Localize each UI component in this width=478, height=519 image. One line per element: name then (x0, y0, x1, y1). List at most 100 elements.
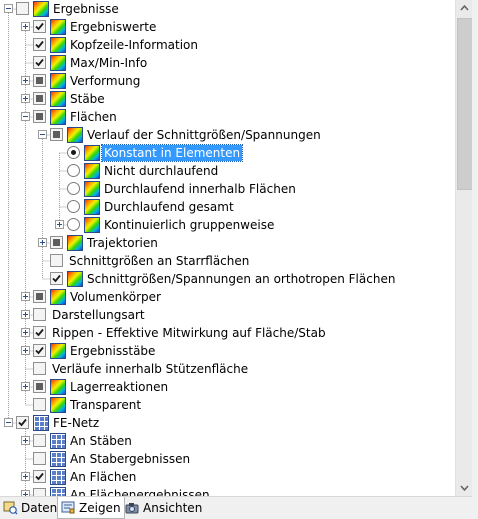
expand-plus-icon[interactable] (21, 292, 30, 301)
tree-item-label[interactable]: Trajektorien (85, 235, 160, 251)
checkbox[interactable] (33, 326, 46, 339)
checkbox[interactable] (16, 416, 29, 429)
tab-daten[interactable]: Daten (0, 497, 60, 519)
checkbox[interactable] (33, 488, 46, 496)
checkbox[interactable] (33, 470, 46, 483)
checkbox[interactable] (33, 434, 46, 447)
checkbox[interactable] (33, 380, 46, 393)
radio-button[interactable] (67, 182, 80, 195)
radio-button[interactable] (67, 164, 80, 177)
tree-item-label[interactable]: An Flächenergebnissen (68, 487, 212, 496)
radio-button[interactable] (67, 200, 80, 213)
tree-item-lagerreaktionen[interactable]: Lagerreaktionen (0, 378, 455, 396)
expand-plus-icon[interactable] (55, 220, 64, 229)
tree-item-an-flaechenergebnissen[interactable]: An Flächenergebnissen (0, 486, 455, 496)
scroll-up-arrow-icon[interactable] (456, 0, 473, 17)
expand-plus-icon[interactable] (21, 436, 30, 445)
tree-item-label[interactable]: Ergebnisse (51, 1, 121, 17)
tree-item-label[interactable]: Ergebniswerte (68, 19, 158, 35)
tree-item-label[interactable]: An Stabergebnissen (68, 451, 192, 467)
tree-item-label[interactable]: Schnittgrößen/Spannungen an orthotropen … (85, 271, 397, 287)
tree-item-an-stabergebnissen[interactable]: An Stabergebnissen (0, 450, 455, 468)
tree-item-label[interactable]: Verläufe innerhalb Stützenfläche (50, 361, 250, 377)
tree-item-label[interactable]: Kopfzeile-Information (68, 37, 200, 53)
tree-item-maxmin[interactable]: Max/Min-Info (0, 54, 455, 72)
tree-item-verlauf[interactable]: Verlauf der Schnittgrößen/Spannungen (0, 126, 455, 144)
expand-plus-icon[interactable] (21, 328, 30, 337)
tree-item-label[interactable]: Ergebnisstäbe (68, 343, 157, 359)
tree-item-kontinuierlich[interactable]: Kontinuierlich gruppenweise (0, 216, 455, 234)
collapse-minus-icon[interactable] (38, 130, 47, 139)
tree-item-label[interactable]: Lagerreaktionen (68, 379, 170, 395)
tree-item-trajektorien[interactable]: Trajektorien (0, 234, 455, 252)
tree-item-durchl-innerhalb[interactable]: Durchlaufend innerhalb Flächen (0, 180, 455, 198)
checkbox[interactable] (50, 272, 63, 285)
checkbox[interactable] (33, 74, 46, 87)
expand-plus-icon[interactable] (21, 22, 30, 31)
tree-item-flaechen[interactable]: Flächen (0, 108, 455, 126)
checkbox[interactable] (50, 128, 63, 141)
expand-plus-icon[interactable] (21, 310, 30, 319)
tab-ansichten[interactable]: Ansichten (122, 497, 205, 519)
tree-item-label[interactable]: Darstellungsart (50, 307, 147, 323)
tree-item-label[interactable]: Schnittgrößen an Starrflächen (67, 253, 251, 269)
tree-item-label[interactable]: An Stäben (68, 433, 134, 449)
tree-item-label[interactable]: Durchlaufend gesamt (102, 199, 236, 215)
tree-item-ergebnisse[interactable]: Ergebnisse (0, 0, 455, 18)
tree-item-durchl-gesamt[interactable]: Durchlaufend gesamt (0, 198, 455, 216)
tree-item-orthotrop[interactable]: Schnittgrößen/Spannungen an orthotropen … (0, 270, 455, 288)
checkbox[interactable] (50, 236, 63, 249)
collapse-minus-icon[interactable] (4, 418, 13, 427)
tree-item-label[interactable]: Kontinuierlich gruppenweise (102, 217, 276, 233)
tree-item-label[interactable]: Konstant in Elementen (100, 144, 244, 162)
tree-item-kopfzeile[interactable]: Kopfzeile-Information (0, 36, 455, 54)
tree-item-label[interactable]: Durchlaufend innerhalb Flächen (102, 181, 298, 197)
tree-item-konstant[interactable]: Konstant in Elementen (0, 144, 455, 162)
checkbox[interactable] (33, 290, 46, 303)
tree-item-nicht-durchlaufend[interactable]: Nicht durchlaufend (0, 162, 455, 180)
tree-item-ergebnisstaebe[interactable]: Ergebnisstäbe (0, 342, 455, 360)
tree-item-label[interactable]: Rippen - Effektive Mitwirkung auf Fläche… (50, 325, 328, 341)
tree-item-label[interactable]: Verformung (68, 73, 142, 89)
tree-item-fe-netz[interactable]: FE-Netz (0, 414, 455, 432)
radio-button[interactable] (67, 218, 80, 231)
expand-plus-icon[interactable] (21, 472, 30, 481)
tree-item-label[interactable]: FE-Netz (51, 415, 101, 431)
navigator-tree[interactable]: Ergebnisse Ergebniswerte Kopfzeile-Informa… (0, 0, 455, 496)
tree-item-rippen[interactable]: Rippen - Effektive Mitwirkung auf Fläche… (0, 324, 455, 342)
tree-item-an-staeben[interactable]: An Stäben (0, 432, 455, 450)
scrollbar-thumb[interactable] (457, 18, 473, 190)
tree-item-label[interactable]: An Flächen (68, 469, 138, 485)
checkbox[interactable] (33, 56, 46, 69)
tree-item-verformung[interactable]: Verformung (0, 72, 455, 90)
checkbox[interactable] (33, 362, 46, 375)
tree-item-label[interactable]: Verlauf der Schnittgrößen/Spannungen (85, 127, 323, 143)
tree-item-darstellungsart[interactable]: Darstellungsart (0, 306, 455, 324)
vertical-scrollbar[interactable] (455, 0, 473, 496)
checkbox[interactable] (33, 344, 46, 357)
scroll-down-arrow-icon[interactable] (456, 479, 473, 496)
tree-item-starrflaechen[interactable]: Schnittgrößen an Starrflächen (0, 252, 455, 270)
tree-item-label[interactable]: Flächen (68, 109, 119, 125)
collapse-minus-icon[interactable] (4, 4, 13, 13)
checkbox[interactable] (33, 452, 46, 465)
radio-button[interactable] (67, 146, 80, 159)
checkbox[interactable] (33, 38, 46, 51)
collapse-minus-icon[interactable] (21, 112, 30, 121)
checkbox[interactable] (33, 92, 46, 105)
expand-plus-icon[interactable] (21, 382, 30, 391)
tree-item-label[interactable]: Nicht durchlaufend (102, 163, 220, 179)
tree-item-ergebniswerte[interactable]: Ergebniswerte (0, 18, 455, 36)
tree-item-transparent[interactable]: Transparent (0, 396, 455, 414)
checkbox[interactable] (33, 398, 46, 411)
tree-item-label[interactable]: Max/Min-Info (68, 55, 149, 71)
expand-plus-icon[interactable] (38, 238, 47, 247)
tree-item-staebe[interactable]: Stäbe (0, 90, 455, 108)
checkbox[interactable] (16, 2, 29, 15)
tree-item-verlaeufe-stuetz[interactable]: Verläufe innerhalb Stützenfläche (0, 360, 455, 378)
tree-item-volumen[interactable]: Volumenkörper (0, 288, 455, 306)
checkbox[interactable] (33, 20, 46, 33)
tree-item-label[interactable]: Volumenkörper (68, 289, 163, 305)
tree-item-an-flaechen[interactable]: An Flächen (0, 468, 455, 486)
tab-zeigen[interactable]: Zeigen (57, 497, 125, 519)
